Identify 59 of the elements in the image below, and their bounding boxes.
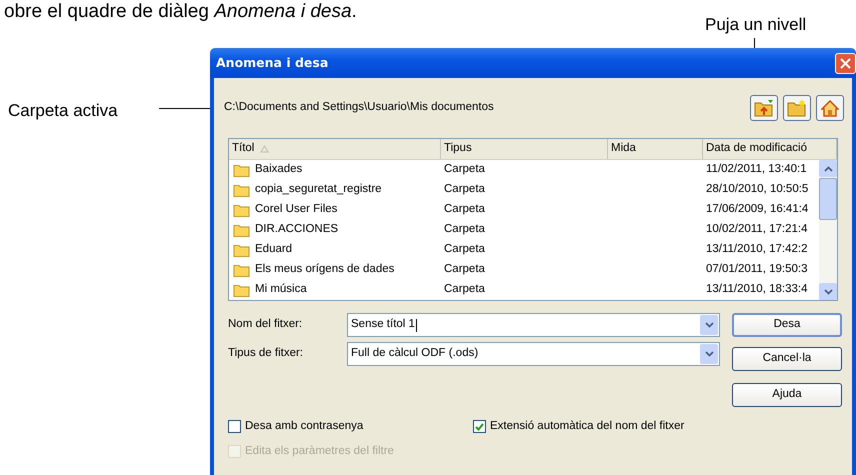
folder-icon xyxy=(233,203,250,217)
file-type: Carpeta xyxy=(444,223,485,236)
scroll-down-icon[interactable] xyxy=(819,283,837,300)
scroll-thumb[interactable] xyxy=(819,178,837,220)
home-icon xyxy=(821,100,839,116)
home-button[interactable] xyxy=(816,95,844,121)
file-type: Carpeta xyxy=(444,183,485,196)
modified-date: 17/06/2009, 16:41:4 xyxy=(706,203,808,216)
modified-date: 28/10/2010, 10:50:5 xyxy=(706,183,808,196)
scroll-up-icon[interactable] xyxy=(819,160,837,177)
file-name[interactable]: Mi música xyxy=(255,281,307,299)
folder-icon xyxy=(233,163,250,177)
modified-date: 13/11/2010, 17:42:2 xyxy=(706,243,808,256)
file-type: Carpeta xyxy=(444,163,485,176)
modified-date: 11/02/2011, 13:40:1 xyxy=(706,163,807,176)
file-name[interactable]: Eduard xyxy=(255,241,292,259)
new-folder-icon xyxy=(787,99,807,117)
dialog-button[interactable]: Ajuda xyxy=(732,383,842,407)
file-name-field[interactable]: Sense títol 1 xyxy=(347,313,720,337)
callout-label: Puja un nivell xyxy=(705,14,806,36)
up-folder-button[interactable] xyxy=(750,95,778,121)
file-name[interactable]: DIR.ACCIONES xyxy=(255,221,338,239)
sort-arrow-icon xyxy=(260,145,270,153)
body-text: obre el quadre de diàleg Anomena i desa. xyxy=(4,0,357,24)
folder-icon xyxy=(233,223,250,237)
dialog-button[interactable]: Cancel·la xyxy=(732,347,842,371)
folder-icon xyxy=(233,263,250,277)
close-button[interactable] xyxy=(835,52,856,74)
column-header[interactable]: Mida xyxy=(608,139,703,159)
folder-up-icon xyxy=(754,99,774,117)
column-header[interactable]: Títol xyxy=(229,139,441,159)
callout-label: Carpeta activa xyxy=(8,100,118,122)
file-name[interactable]: Corel User Files xyxy=(255,201,338,219)
folder-icon xyxy=(233,243,250,257)
modified-date: 10/02/2011, 17:21:4 xyxy=(706,223,808,236)
new-folder-button[interactable] xyxy=(783,95,811,121)
close-icon xyxy=(840,58,851,68)
option-checkbox[interactable]: Desa amb contrasenya xyxy=(228,418,473,436)
window-title: Anomena i desa xyxy=(215,54,328,72)
column-header[interactable]: Data de modificació xyxy=(703,139,837,159)
file-type: Carpeta xyxy=(444,283,485,296)
field-label: Tipus de fitxer: xyxy=(228,346,304,362)
option-checkbox[interactable]: Extensió automàtica del nom del fitxer xyxy=(473,418,852,436)
folder-icon xyxy=(233,183,250,197)
field-label: Nom del fitxer: xyxy=(228,317,304,332)
file-name[interactable]: Els meus orígens de dades xyxy=(255,261,394,279)
file-type-dropdown[interactable]: Full de càlcul ODF (.ods) xyxy=(347,342,720,366)
file-type: Carpeta xyxy=(444,263,485,276)
column-header[interactable]: Tipus xyxy=(441,139,608,159)
file-name[interactable]: copia_seguretat_registre xyxy=(255,181,382,199)
check-icon xyxy=(475,422,484,431)
file-name[interactable]: Baixades xyxy=(255,161,302,179)
dialog-button[interactable]: Desa xyxy=(732,313,842,337)
file-type: Carpeta xyxy=(444,243,485,256)
modified-date: 13/11/2010, 18:33:4 xyxy=(706,283,808,296)
folder-icon xyxy=(233,283,250,297)
modified-date: 07/01/2011, 19:50:3 xyxy=(706,263,808,276)
folder-path: C:\Documents and Settings\Usuario\Mis documentos xyxy=(224,100,494,116)
file-type: Carpeta xyxy=(444,203,485,216)
